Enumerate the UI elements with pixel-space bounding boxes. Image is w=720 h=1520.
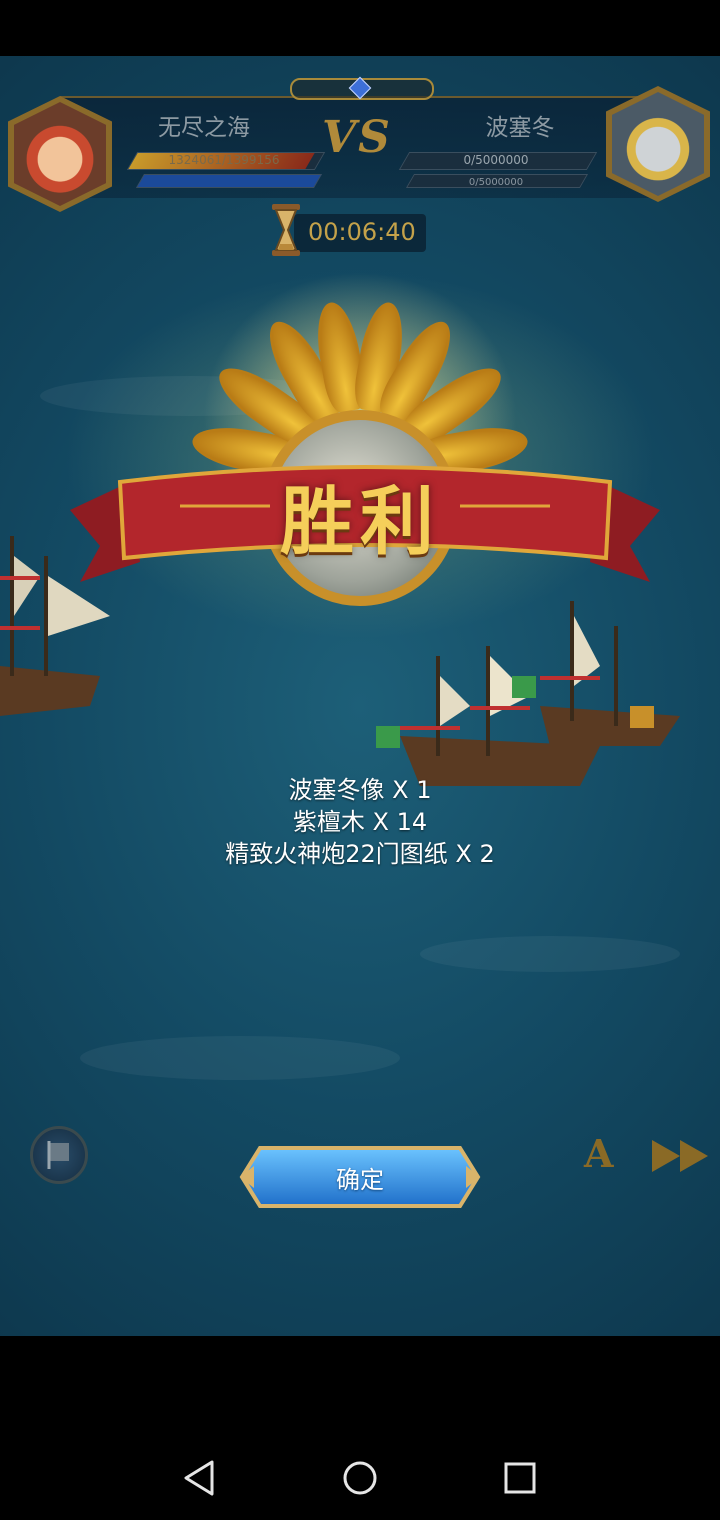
home-circle-icon[interactable] bbox=[338, 1456, 382, 1500]
status-bar bbox=[0, 0, 720, 56]
confirm-button-label[interactable]: 确定 bbox=[238, 1160, 482, 1195]
fast-forward-icon[interactable] bbox=[650, 1136, 712, 1176]
reward-list: 波塞冬像 X 1 紫檀木 X 14 精致火神炮22门图纸 X 2 bbox=[0, 774, 720, 870]
flag-button[interactable] bbox=[30, 1126, 88, 1184]
recents-square-icon[interactable] bbox=[498, 1456, 542, 1500]
flag-icon bbox=[47, 1141, 69, 1169]
reward-item: 精致火神炮22门图纸 X 2 bbox=[225, 840, 495, 868]
auto-battle-button[interactable]: A bbox=[584, 1134, 618, 1174]
enemy-fleet bbox=[376, 601, 680, 786]
back-triangle-icon[interactable] bbox=[178, 1456, 222, 1500]
reward-item: 波塞冬像 X 1 bbox=[288, 776, 432, 804]
left-ship bbox=[0, 536, 110, 716]
reward-item: 紫檀木 X 14 bbox=[292, 808, 428, 836]
